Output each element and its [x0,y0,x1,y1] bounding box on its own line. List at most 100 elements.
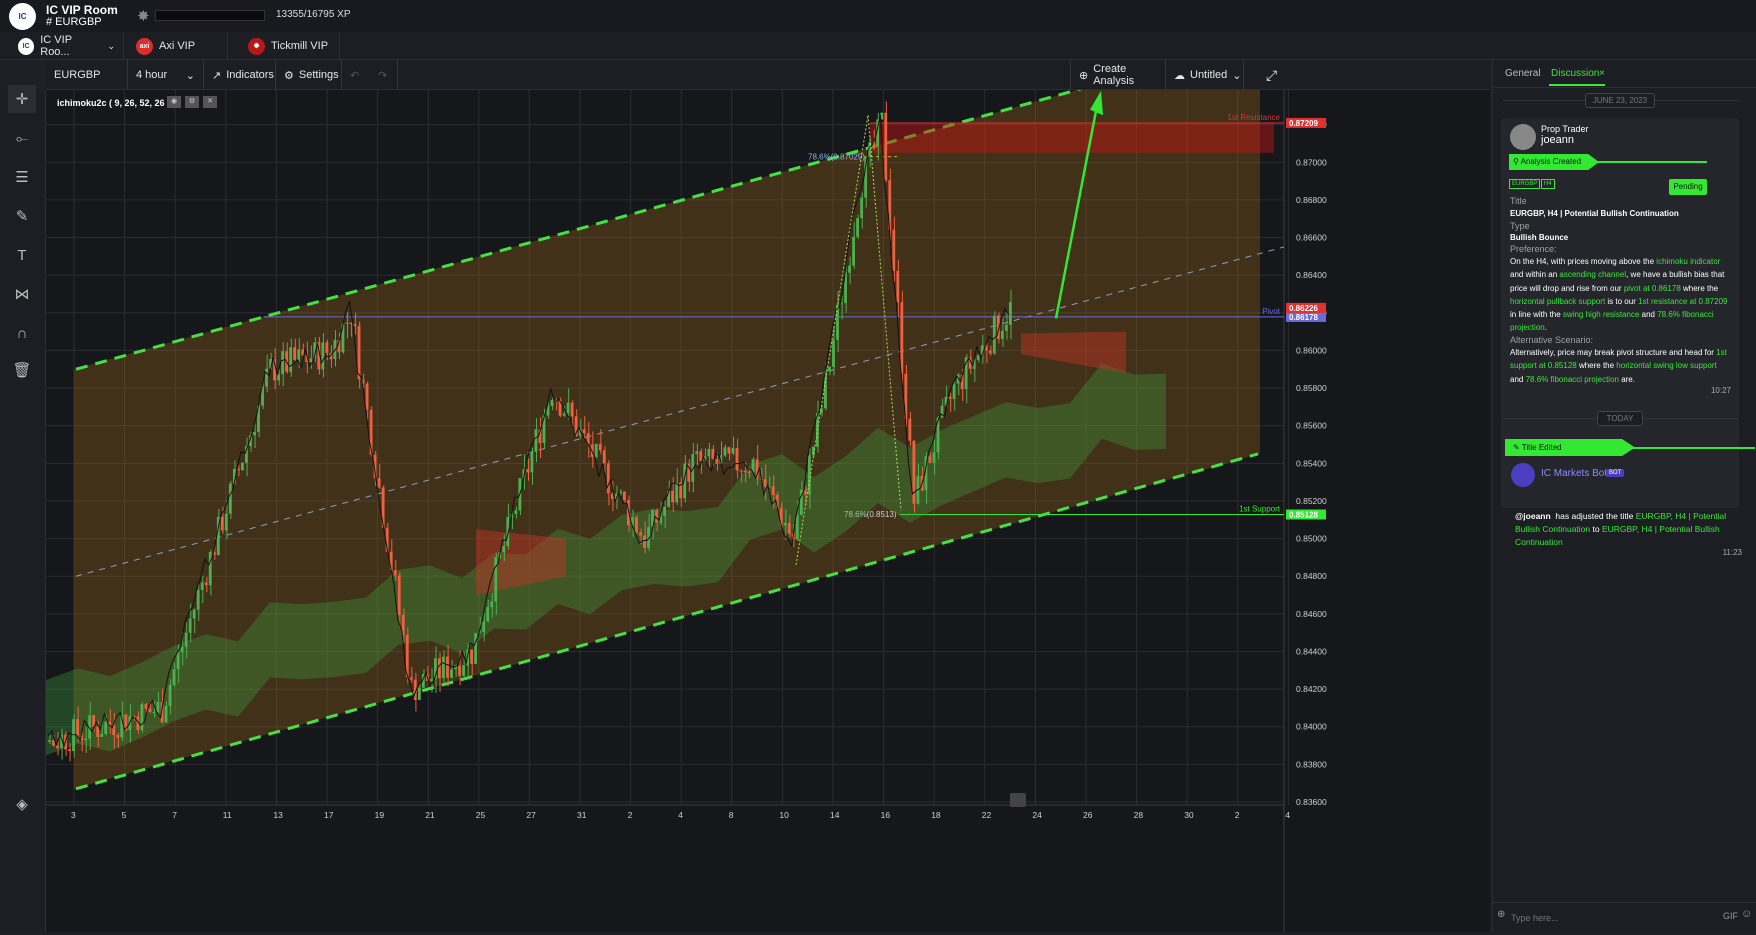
candle [281,351,285,375]
candle [96,726,100,737]
symbol-selector[interactable]: EURGBP [46,60,128,90]
pattern-tool-icon[interactable]: ⋈ [8,280,36,308]
redo-button[interactable]: ↷ [370,60,398,90]
x-tick-label: 10 [779,810,789,820]
candle [992,315,996,354]
candle [699,451,703,462]
indicator-label: ichimoku2c ( 9, 26, 52, 26 ) [57,98,171,108]
candle [639,532,642,536]
candle [1000,330,1004,339]
candle [856,218,860,237]
event-banner: ⚲ Analysis Created [1509,154,1599,170]
fib-label: 78.6%(0.87029) [808,153,865,162]
candle [707,448,711,457]
candle [156,701,160,712]
y-tick-label: 0.87000 [1296,157,1327,167]
candle [892,229,896,271]
tab-discussion[interactable]: Discussion [1551,68,1599,79]
brush-tool-icon[interactable]: ✎ [8,202,36,230]
resistance-zone [870,122,1274,153]
candle [365,383,369,410]
candle [695,451,699,455]
candle [912,440,916,504]
tag-timeframe: H4 [1541,179,1555,189]
candle [490,601,494,608]
close-tab-icon[interactable]: × [1599,68,1605,79]
candle [289,347,293,372]
candle [140,704,144,730]
indicators-button[interactable]: ↗ Indicators [204,60,276,90]
gear-icon[interactable]: ⚙ [185,96,199,108]
candle [735,448,739,471]
undo-button[interactable]: ↶ [342,60,370,90]
tab-general[interactable]: General [1505,68,1541,79]
line-tool-icon[interactable]: ⟜ [8,124,36,152]
candle [534,429,538,452]
candle [309,358,313,363]
candle [635,517,638,533]
close-icon[interactable]: ✕ [203,96,217,108]
create-analysis-button[interactable]: ⊕ Create Analysis [1070,60,1166,90]
message-composer: ⊕ GIF ☺ [1493,902,1756,932]
layout-selector[interactable]: ☁ Untitled ⌄ [1166,60,1244,90]
candle [482,621,486,633]
candle [860,197,864,219]
add-icon[interactable]: ⊕ [1497,909,1505,920]
room-tab-tickmill-vip[interactable]: ✹ Tickmill VIP [240,32,340,60]
x-tick-label: 4 [678,810,683,820]
candle [643,535,646,548]
x-tick-label: 13 [273,810,283,820]
candle [848,265,851,273]
interval-selector[interactable]: 4 hour ⌄ [128,60,204,90]
horizontal-lines-tool-icon[interactable]: ☰ [8,163,36,191]
candle [104,721,108,734]
user-role: Prop Trader [1541,124,1589,134]
price-chart[interactable]: 0.874000.872000.870000.868000.866000.864… [46,81,1490,932]
undo-icon: ↶ [350,69,360,82]
panel-tabs: General Discussion × [1493,60,1756,88]
candle [655,510,658,523]
gear-icon: ⚙ [284,69,294,82]
settings-button[interactable]: ⚙ Settings [276,60,342,90]
candle [570,402,574,417]
trash-icon[interactable]: 🗑 [8,356,36,384]
candle [148,708,152,713]
x-tick-label: 24 [1032,810,1042,820]
candle [622,491,626,501]
layers-icon[interactable]: ◈ [8,790,36,818]
eye-icon[interactable]: ◉ [167,96,181,108]
text-tool-icon[interactable]: T [8,241,36,269]
y-tick-label: 0.84400 [1296,646,1327,656]
settings-label: Settings [298,69,339,81]
y-tick-label: 0.83800 [1296,759,1327,769]
chart-canvas[interactable]: 0.874000.872000.870000.868000.866000.864… [46,81,1490,932]
tickmill-logo-icon: ✹ [248,37,265,55]
fullscreen-button[interactable]: ⤢ [1258,60,1298,90]
candle [663,506,667,516]
candle [582,429,586,434]
candle [204,582,208,586]
username[interactable]: joeann [1541,134,1574,146]
message-time: 11:23 [1722,548,1742,557]
alternative-text: Alternatively, price may break pivot str… [1510,348,1727,384]
candle [884,112,888,181]
gif-button[interactable]: GIF [1723,911,1738,921]
x-tick-label: 7 [172,810,177,820]
symbol-label: EURGBP [54,69,101,81]
ic-markets-logo-icon: IC [18,37,35,55]
x-tick-label: 21 [425,810,435,820]
room-tab-axi-vip[interactable]: axi Axi VIP [128,32,228,60]
y-tick-label: 0.86000 [1296,345,1327,355]
candle [84,738,88,741]
crosshair-tool-icon[interactable]: ✛ [8,85,36,113]
magnet-tool-icon[interactable]: ∩ [8,319,36,347]
message-input[interactable] [1511,909,1671,927]
discussion-panel: General Discussion × JUNE 23, 2023 Prop … [1492,60,1756,932]
candle [562,413,566,416]
emoji-icon[interactable]: ☺ [1741,908,1752,920]
candle [896,270,900,303]
title-edited-banner: ✎ Title Edited [1505,439,1635,456]
room-tab-ic-vip[interactable]: IC IC VIP Roo... ⌄ [10,32,124,60]
candle [192,609,196,619]
candle [228,483,232,514]
